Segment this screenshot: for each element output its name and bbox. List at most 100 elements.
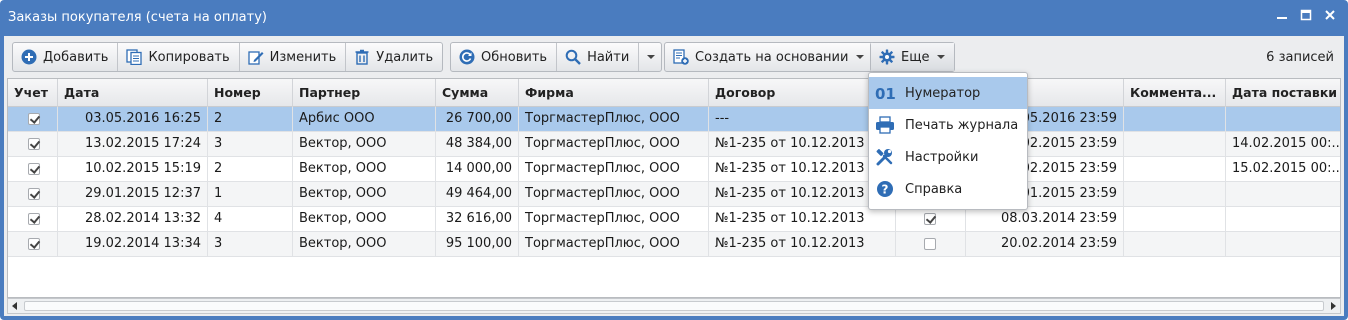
refresh-button[interactable]: Обновить [451,43,558,71]
cell-accounting [8,232,58,256]
toolbar: Добавить Копировать Изменить Удалить Обн… [4,36,1344,78]
cell-firm: ТоргмастерПлюс, ООО [519,207,709,231]
table-row[interactable]: 29.01.2015 12:37 1 Вектор, ООО 49 464,00 Тор… [8,182,1340,207]
checked-checkbox[interactable] [28,238,40,250]
create-based-label: Создать на основании [695,49,849,65]
table-header: Учет Дата Номер Партнер Сумма Фирма Дого… [8,79,1340,107]
scroll-right-icon[interactable] [1331,302,1336,310]
cell-date: 29.01.2015 12:37 [58,182,208,206]
table-row[interactable]: 13.02.2015 17:24 3 Вектор, ООО 48 384,00 Тор… [8,132,1340,157]
gear-icon [879,49,895,65]
cell-flag [896,232,966,256]
cell-delivery-date: 15.02.2015 00:... [1226,157,1340,181]
cell-date: 13.02.2015 17:24 [58,132,208,156]
title-bar[interactable]: Заказы покупателя (счета на оплату) [0,0,1348,36]
scrollbar-thumb[interactable] [24,301,1324,311]
orders-table: Учет Дата Номер Партнер Сумма Фирма Дого… [7,78,1341,298]
records-count: 6 записей [1266,50,1334,65]
create-document-icon [673,49,689,65]
menu-item-label: Справка [905,181,963,197]
chevron-down-icon [856,55,865,59]
more-button[interactable]: Еще [871,43,955,71]
column-header-accounting[interactable]: Учет [8,79,58,107]
window-controls [1274,9,1338,25]
edit-label: Изменить [269,49,337,65]
cell-sum: 32 616,00 [436,207,519,231]
cell-partner: Вектор, ООО [293,182,436,206]
cell-delivery-date [1226,107,1340,131]
printer-icon [876,116,894,134]
cell-comment [1124,157,1226,181]
column-header-delivery-date[interactable]: Дата поставки [1226,79,1340,107]
help-icon: ? [877,181,893,197]
column-header-comment[interactable]: Коммента... [1124,79,1226,107]
cell-comment [1124,132,1226,156]
copy-icon [126,49,143,65]
cell-flag [896,207,966,231]
cell-delivery-date [1226,207,1340,231]
column-header-firm[interactable]: Фирма [519,79,709,107]
menu-item-settings[interactable]: Настройки [869,141,1027,173]
cell-reserve: 08.03.2014 23:59 [966,207,1124,231]
cell-partner: Арбис ООО [293,107,436,131]
maximize-button[interactable] [1298,9,1314,25]
search-icon [565,49,581,65]
column-header-number[interactable]: Номер [208,79,293,107]
table-row[interactable]: 28.02.2014 13:32 4 Вектор, ООО 32 616,00 Тор… [8,207,1340,232]
scroll-left-icon[interactable] [12,302,17,310]
table-row[interactable]: 03.05.2016 16:25 2 Арбис ООО 26 700,00 Торгм… [8,107,1340,132]
add-button[interactable]: Добавить [13,43,119,71]
column-header-sum[interactable]: Сумма [436,79,519,107]
wrench-icon [876,149,893,166]
checked-checkbox[interactable] [28,188,40,200]
find-dropdown-button[interactable] [639,43,661,71]
refresh-icon [459,49,475,65]
checked-checkbox[interactable] [28,213,40,225]
checked-checkbox[interactable] [924,213,936,225]
menu-item-label: Настройки [905,149,979,165]
cell-sum: 48 384,00 [436,132,519,156]
cell-number: 4 [208,207,293,231]
window-title: Заказы покупателя (счета на оплату) [8,10,267,25]
cell-firm: ТоргмастерПлюс, ООО [519,182,709,206]
unchecked-checkbox[interactable] [924,238,936,250]
find-label: Найти [587,49,630,65]
delete-button[interactable]: Удалить [346,43,442,71]
cell-firm: ТоргмастерПлюс, ООО [519,232,709,256]
more-group: Еще [870,42,956,72]
svg-text:01: 01 [875,85,895,102]
svg-text:?: ? [882,183,889,197]
copy-button[interactable]: Копировать [118,43,240,71]
minimize-button[interactable] [1274,9,1290,25]
checked-checkbox[interactable] [28,138,40,150]
more-dropdown-menu: 01 Нумератор Печать журнала Настройки ? … [868,72,1028,210]
table-row[interactable]: 19.02.2014 13:34 3 Вектор, ООО 95 100,00 Тор… [8,232,1340,257]
table-row[interactable]: 10.02.2015 15:19 2 Вектор, ООО 14 000,00 Тор… [8,157,1340,182]
menu-item-help[interactable]: ? Справка [869,173,1027,205]
cell-accounting [8,132,58,156]
horizontal-scrollbar[interactable] [7,298,1341,314]
menu-item-print-journal[interactable]: Печать журнала [869,109,1027,141]
column-header-date[interactable]: Дата [58,79,208,107]
cell-partner: Вектор, ООО [293,132,436,156]
cell-accounting [8,157,58,181]
app-window: Заказы покупателя (счета на оплату) Доба… [0,0,1348,320]
cell-date: 28.02.2014 13:32 [58,207,208,231]
cell-contract: №1-235 от 10.12.2013 [709,232,896,256]
menu-item-numerator[interactable]: 01 Нумератор [869,77,1027,109]
chevron-down-icon [647,55,656,59]
client-area: Добавить Копировать Изменить Удалить Обн… [4,36,1344,316]
refresh-label: Обновить [481,49,548,65]
checked-checkbox[interactable] [28,163,40,175]
find-button[interactable]: Найти [557,43,640,71]
column-header-partner[interactable]: Партнер [293,79,436,107]
cell-sum: 14 000,00 [436,157,519,181]
cell-firm: ТоргмастерПлюс, ООО [519,107,709,131]
edit-button[interactable]: Изменить [240,43,347,71]
cell-comment [1124,232,1226,256]
close-button[interactable] [1322,9,1338,25]
cell-comment [1124,107,1226,131]
checked-checkbox[interactable] [28,113,40,125]
maximize-icon [1300,9,1312,21]
create-based-button[interactable]: Создать на основании [665,43,873,71]
